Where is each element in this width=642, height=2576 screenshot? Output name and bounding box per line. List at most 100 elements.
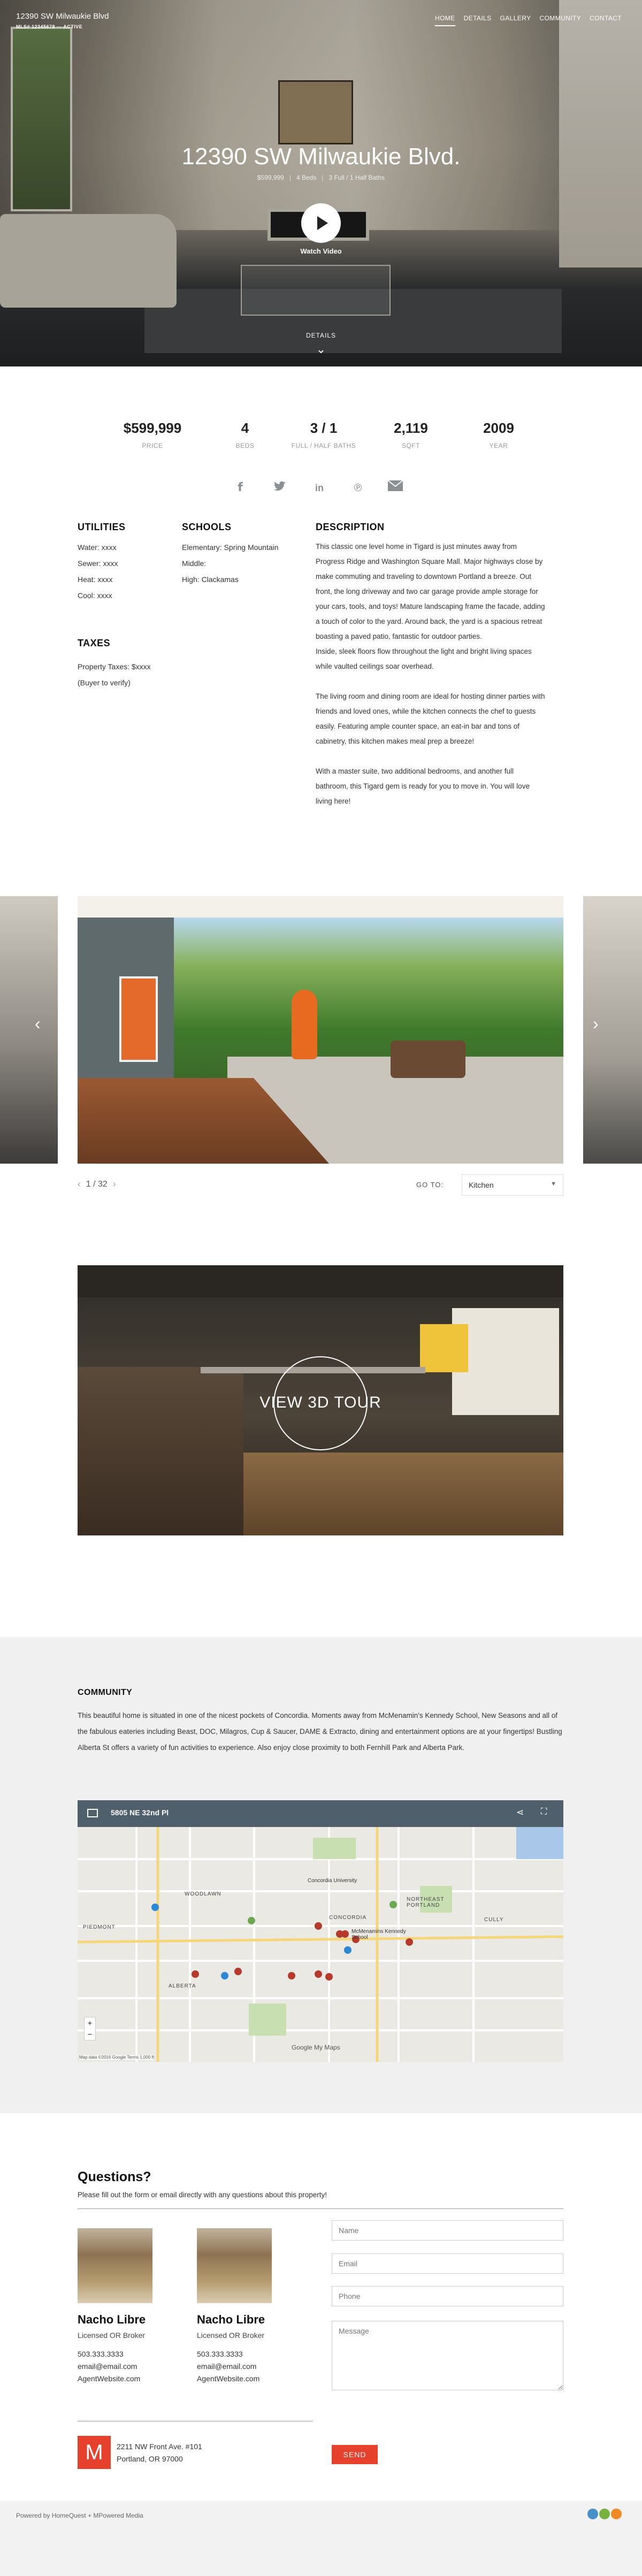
gallery-prev-slide[interactable]: ‹	[0, 896, 58, 1164]
map-title: 5805 NE 32nd Pl	[111, 1808, 169, 1817]
stat-sqft: 2,119 SQFT	[373, 420, 448, 449]
details-scroll-label[interactable]: DETAILS	[0, 332, 642, 339]
stats-section: $599,999 PRICE 4 BEDS 3 / 1 FULL / HALF …	[0, 366, 642, 465]
phone-field[interactable]	[332, 2286, 563, 2306]
map-zoom-control[interactable]: + −	[84, 2017, 96, 2040]
schools-list: Elementary: Spring Mountain Middle: High…	[182, 539, 300, 587]
twitter-icon[interactable]	[271, 479, 289, 497]
agent-phone[interactable]: 503.333.3333	[78, 2348, 190, 2360]
stat-beds: 4 BEDS	[208, 420, 282, 449]
email-input[interactable]	[332, 2254, 563, 2273]
send-button[interactable]: SEND	[332, 2445, 378, 2464]
schools-column: SCHOOLS Elementary: Spring Mountain Midd…	[182, 522, 300, 587]
message-input[interactable]	[332, 2321, 563, 2390]
community-heading: COMMUNITY	[78, 1688, 133, 1697]
hero-title: 12390 SW Milwaukie Blvd.	[181, 143, 461, 170]
dropdown-arrow-icon: ▼	[551, 1181, 556, 1187]
hero-separator: |	[322, 174, 324, 181]
nav-gallery[interactable]: GALLERY	[500, 14, 531, 26]
utilities-heading: UTILITIES	[78, 522, 126, 532]
hero-baths: 3 Full / 1 Half Baths	[328, 174, 385, 181]
contact-divider	[78, 2208, 563, 2209]
name-field[interactable]	[332, 2220, 563, 2241]
email-icon[interactable]	[386, 479, 404, 497]
patio-roof	[78, 896, 563, 918]
tour-section: VIEW 3D TOUR	[0, 1265, 642, 1637]
school-item: Middle:	[182, 559, 207, 568]
goto-select[interactable]: Kitchen ▼	[462, 1174, 563, 1196]
map-label-kennedy: McMenamins Kennedy School	[351, 1929, 406, 1940]
map-header: 5805 NE 32nd Pl ⋖ ⛶	[78, 1800, 563, 1827]
nav-contact[interactable]: CONTACT	[590, 14, 622, 26]
stat-value: 2,119	[394, 420, 428, 436]
description-paragraph: This classic one level home in Tigard is…	[316, 542, 545, 670]
stat-year: 2009 YEAR	[461, 420, 536, 449]
phone-input[interactable]	[332, 2287, 563, 2306]
brand-address: 12390 SW Milwaukie Blvd	[16, 12, 109, 21]
pinterest-icon[interactable]: ℗	[349, 479, 367, 497]
zoom-out-icon[interactable]: −	[85, 2029, 95, 2040]
chevron-left-icon[interactable]: ‹	[35, 1014, 41, 1034]
view-3d-tour-label[interactable]: VIEW 3D TOUR	[78, 1394, 563, 1412]
office-logo: M	[78, 2436, 111, 2469]
nav-community[interactable]: COMMUNITY	[540, 14, 582, 26]
office-address-line: Portland, OR 97000	[117, 2455, 183, 2463]
pager-next-icon[interactable]: ›	[113, 1180, 116, 1189]
agent-website[interactable]: AgentWebsite.com	[78, 2373, 190, 2385]
agent-email[interactable]: email@email.com	[197, 2360, 309, 2373]
chevron-down-icon[interactable]: ⌄	[315, 342, 327, 356]
agent-email[interactable]: email@email.com	[78, 2360, 190, 2373]
tour-image[interactable]: VIEW 3D TOUR	[78, 1265, 563, 1535]
nav-home[interactable]: HOME	[435, 14, 455, 26]
gallery-next-slide[interactable]: ›	[583, 896, 642, 1164]
agent-photo	[197, 2228, 272, 2303]
details-section: UTILITIES Water: xxxx Sewer: xxxx Heat: …	[0, 522, 642, 896]
community-map[interactable]: 5805 NE 32nd Pl ⋖ ⛶ WOODLAWN CONCORDIA N…	[78, 1800, 563, 2062]
chevron-right-icon[interactable]: ›	[593, 1014, 599, 1034]
facebook-icon[interactable]: f	[231, 479, 249, 497]
contact-heading: Questions?	[78, 2169, 151, 2184]
brand[interactable]: 12390 SW Milwaukie Blvd MLS# 12345678 — …	[16, 12, 109, 29]
hero-separator: |	[289, 174, 291, 181]
goto-selected-value: Kitchen	[469, 1181, 494, 1189]
stat-value: 4	[241, 420, 249, 436]
agent-card: Nacho Libre Licensed OR Broker 503.333.3…	[78, 2228, 190, 2385]
agent-website[interactable]: AgentWebsite.com	[197, 2373, 309, 2385]
school-item: High: Clackamas	[182, 575, 239, 584]
map-label-cully: CULLY	[484, 1917, 504, 1923]
partner-logo-icon[interactable]	[599, 2509, 610, 2519]
zoom-in-icon[interactable]: +	[85, 2017, 95, 2029]
play-video-button[interactable]	[301, 203, 341, 243]
pager-prev-icon[interactable]: ‹	[78, 1180, 80, 1189]
powered-by[interactable]: Powered by HomeQuest + MPowered Media	[16, 2512, 143, 2519]
share-icon[interactable]: ⋖	[516, 1807, 524, 1818]
contact-section: Questions? Please fill out the form or e…	[0, 2113, 642, 2501]
brand-status: MLS# 12345678 — ACTIVE	[16, 24, 83, 29]
map-label-alberta: ALBERTA	[169, 1983, 196, 1989]
map-label-ne-portland: NORTHEAST PORTLAND	[407, 1897, 445, 1908]
stat-label: YEAR	[489, 442, 508, 449]
map-sidebar-icon[interactable]	[87, 1809, 98, 1817]
nav-details[interactable]: DETAILS	[464, 14, 492, 26]
orange-door	[119, 976, 158, 1062]
stat-label: SQFT	[402, 442, 420, 449]
watch-video-label[interactable]: Watch Video	[0, 247, 642, 255]
email-field[interactable]	[332, 2253, 563, 2274]
fullscreen-icon[interactable]: ⛶	[541, 1807, 547, 1817]
contact-subtitle: Please fill out the form or email direct…	[78, 2191, 327, 2199]
partner-logo-icon[interactable]	[611, 2509, 622, 2519]
gallery-main-image[interactable]	[78, 896, 563, 1164]
agent-card: Nacho Libre Licensed OR Broker 503.333.3…	[197, 2228, 309, 2385]
agent-name: Nacho Libre	[197, 2313, 265, 2326]
stat-value: 3 / 1	[310, 420, 338, 436]
hero-overlay	[0, 0, 642, 366]
partner-logo-icon[interactable]	[587, 2509, 598, 2519]
message-field[interactable]	[332, 2321, 563, 2390]
agent-phone[interactable]: 503.333.3333	[197, 2348, 309, 2360]
agent-role: Licensed OR Broker	[197, 2331, 265, 2340]
description-column: DESCRIPTION This classic one level home …	[316, 522, 546, 809]
hero-beds: 4 Beds	[296, 174, 317, 181]
name-input[interactable]	[332, 2221, 563, 2240]
linkedin-icon[interactable]: in	[310, 479, 328, 497]
map-label-piedmont: PIEDMONT	[83, 1924, 116, 1930]
